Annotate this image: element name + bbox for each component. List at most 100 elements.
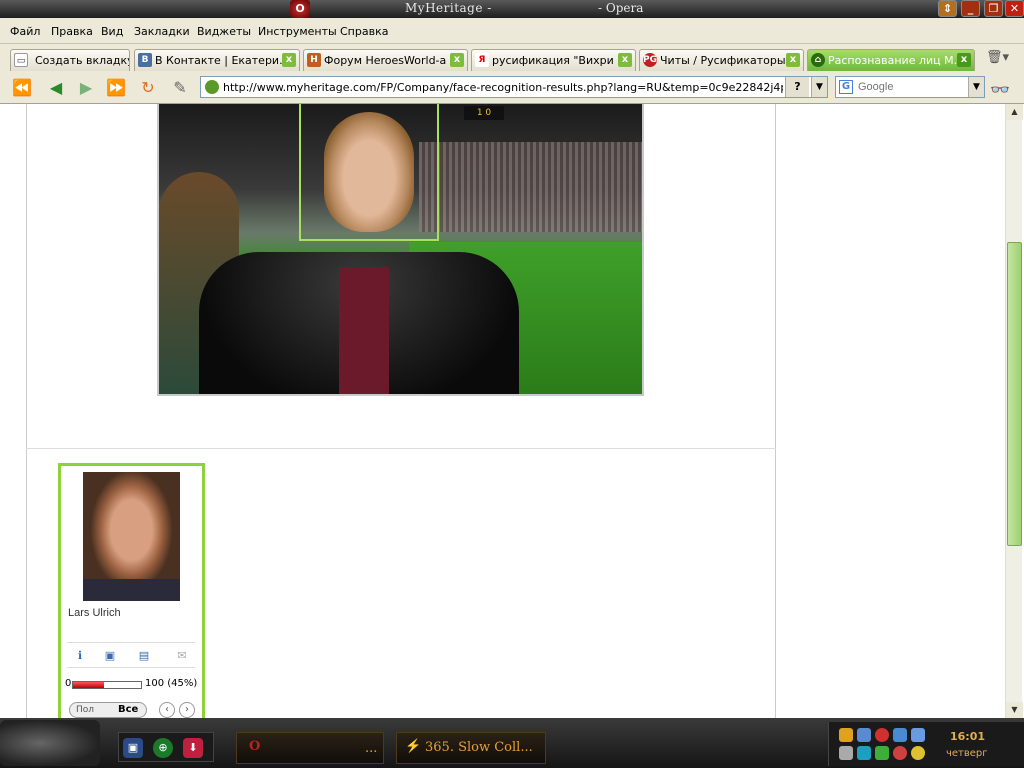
edit-pen-icon[interactable]: ✎ xyxy=(168,78,192,98)
minimize-button[interactable]: _ xyxy=(961,0,980,17)
menu-widgets[interactable]: Виджеты xyxy=(197,25,251,38)
desktop-icon[interactable]: ▣ xyxy=(123,738,143,758)
menu-view[interactable]: Вид xyxy=(101,25,123,38)
clock-time[interactable]: 16:01 xyxy=(950,730,985,743)
section-divider xyxy=(26,448,776,449)
taskbar-winamp[interactable]: ⚡ 365. Slow Coll... xyxy=(396,732,546,764)
shirt xyxy=(339,267,389,394)
fast-forward-icon[interactable]: ⏩ xyxy=(104,78,128,98)
menu-help[interactable]: Справка xyxy=(340,25,388,38)
volume-tray-icon[interactable] xyxy=(839,746,853,760)
scoreboard: 1 0 xyxy=(464,106,504,120)
menu-file[interactable]: Файл xyxy=(10,25,40,38)
myheritage-icon: ⌂ xyxy=(811,53,825,67)
scroll-thumb[interactable] xyxy=(1007,242,1022,546)
tab-close-icon[interactable]: x xyxy=(450,53,464,67)
tab-cheats[interactable]: PG Читы / Русификаторы x xyxy=(639,49,804,71)
menu-bar: Файл Правка Вид Закладки Виджеты Инструм… xyxy=(0,18,1024,44)
match-actions: ℹ ▣ ▤ ✉ xyxy=(67,642,195,668)
skype-tray-icon[interactable] xyxy=(857,746,871,760)
next-arrow-icon[interactable]: › xyxy=(179,702,195,718)
page-viewport: 1 0 Lars Ulrich ℹ ▣ ▤ ✉ 0 100 (45%) Пол … xyxy=(0,104,1024,718)
opera-icon: O xyxy=(249,739,261,754)
restore-up-icon[interactable]: ⇕ xyxy=(938,0,957,17)
update-tray-icon[interactable] xyxy=(893,728,907,742)
scroll-down-icon[interactable]: ▼ xyxy=(1006,702,1023,718)
face-detection-box[interactable] xyxy=(299,104,439,241)
portrait-shirt xyxy=(83,579,180,601)
divider xyxy=(26,104,27,718)
tab-heroesworld[interactable]: H Форум HeroesWorld-a ... x xyxy=(303,49,468,71)
search-field[interactable]: G ▼ xyxy=(835,76,985,98)
messenger-tray-icon[interactable] xyxy=(911,728,925,742)
match-name[interactable]: Lars Ulrich xyxy=(68,607,121,619)
profile-icon[interactable]: ▤ xyxy=(133,648,155,664)
tab-rusification[interactable]: Я русификация "Вихри ... x xyxy=(471,49,636,71)
address-field[interactable]: http://www.myheritage.com/FP/Company/fac… xyxy=(200,76,828,98)
glasses-icon[interactable]: 👓 xyxy=(990,80,1010,99)
maximize-button[interactable]: ❐ xyxy=(984,0,1003,17)
tab-label: русификация "Вихри ... xyxy=(492,54,628,67)
back-icon[interactable]: ◀ xyxy=(44,78,68,98)
opera-icon: O xyxy=(290,0,310,18)
similarity-meter: 0 100 (45%) xyxy=(65,678,197,689)
taskbar-opera[interactable]: O ... xyxy=(236,732,384,764)
pg-icon: PG xyxy=(643,53,657,67)
address-url[interactable]: http://www.myheritage.com/FP/Company/fac… xyxy=(223,81,783,94)
start-button[interactable] xyxy=(0,720,100,766)
chevron-down-icon[interactable]: ▼ xyxy=(811,77,827,97)
menu-tools[interactable]: Инструменты xyxy=(258,25,337,38)
lang-tray-icon[interactable] xyxy=(893,746,907,760)
network-tray-icon[interactable] xyxy=(857,728,871,742)
prev-arrow-icon[interactable]: ‹ xyxy=(159,702,175,718)
taskbar: ▣ ⊕ ⬇ O ... ⚡ 365. Slow Coll... 16:01 че… xyxy=(0,718,1024,768)
clock-day: четверг xyxy=(946,748,988,759)
info-icon[interactable]: ℹ xyxy=(69,648,91,664)
vk-icon: B xyxy=(138,53,152,67)
trash-icon[interactable]: 🗑▾ xyxy=(986,50,1016,68)
meter-fill xyxy=(73,682,104,688)
network-icon[interactable]: ⊕ xyxy=(153,738,173,758)
tab-close-icon[interactable]: x xyxy=(957,53,971,67)
tab-face-recognition[interactable]: ⌂ Распознавание лиц М... x xyxy=(807,49,975,71)
close-button[interactable]: ✕ xyxy=(1005,0,1024,17)
match-portrait[interactable] xyxy=(83,472,180,601)
search-input[interactable] xyxy=(858,79,963,95)
menu-edit[interactable]: Правка xyxy=(51,25,93,38)
title-bar: O MyHeritage - - Opera ⇕ _ ❐ ✕ xyxy=(0,0,1024,18)
scroll-up-icon[interactable]: ▲ xyxy=(1006,104,1023,120)
menu-bookmarks[interactable]: Закладки xyxy=(134,25,190,38)
window-title: MyHeritage - xyxy=(405,1,492,15)
antivirus-tray-icon[interactable] xyxy=(875,728,889,742)
match-card: Lars Ulrich ℹ ▣ ▤ ✉ 0 100 (45%) Пол Все … xyxy=(58,463,205,718)
tab-close-icon[interactable]: x xyxy=(282,53,296,67)
window-title-suffix: - Opera xyxy=(598,1,644,15)
forward-icon[interactable]: ▶ xyxy=(74,78,98,98)
tab-close-icon[interactable]: x xyxy=(618,53,632,67)
gender-toggle[interactable]: Пол Все xyxy=(69,702,147,718)
tab-close-icon[interactable]: x xyxy=(786,53,800,67)
help-icon[interactable]: ? xyxy=(785,77,809,97)
divider xyxy=(775,104,776,718)
winamp-tray-icon[interactable] xyxy=(839,728,853,742)
rewind-icon[interactable]: ⏪ xyxy=(10,78,34,98)
tab-vkontakte[interactable]: B В Контакте | Екатери... x xyxy=(134,49,300,71)
yandex-tray-icon[interactable] xyxy=(911,746,925,760)
toggle-all[interactable]: Все xyxy=(118,704,138,715)
chevron-down-icon[interactable]: ▼ xyxy=(968,77,984,97)
taskbar-label: 365. Slow Coll... xyxy=(425,740,533,755)
reload-icon[interactable]: ↻ xyxy=(136,78,160,98)
tab-label: Распознавание лиц М... xyxy=(828,54,965,67)
icq-tray-icon[interactable] xyxy=(875,746,889,760)
system-tray xyxy=(828,722,1024,766)
vertical-scrollbar[interactable]: ▲ ▼ xyxy=(1005,104,1023,718)
mail-icon[interactable]: ✉ xyxy=(171,648,193,664)
toggle-gender[interactable]: Пол xyxy=(76,705,94,715)
compare-icon[interactable]: ▣ xyxy=(99,648,121,664)
meter-min-label: 0 xyxy=(65,678,72,689)
tab-new[interactable]: ▭ Создать вкладку xyxy=(10,49,130,71)
address-toolbar: ⏪ ◀ ▶ ⏩ ↻ ✎ http://www.myheritage.com/FP… xyxy=(0,72,1024,104)
taskbar-label: ... xyxy=(365,741,378,756)
new-tab-icon: ▭ xyxy=(14,53,28,67)
download-icon[interactable]: ⬇ xyxy=(183,738,203,758)
